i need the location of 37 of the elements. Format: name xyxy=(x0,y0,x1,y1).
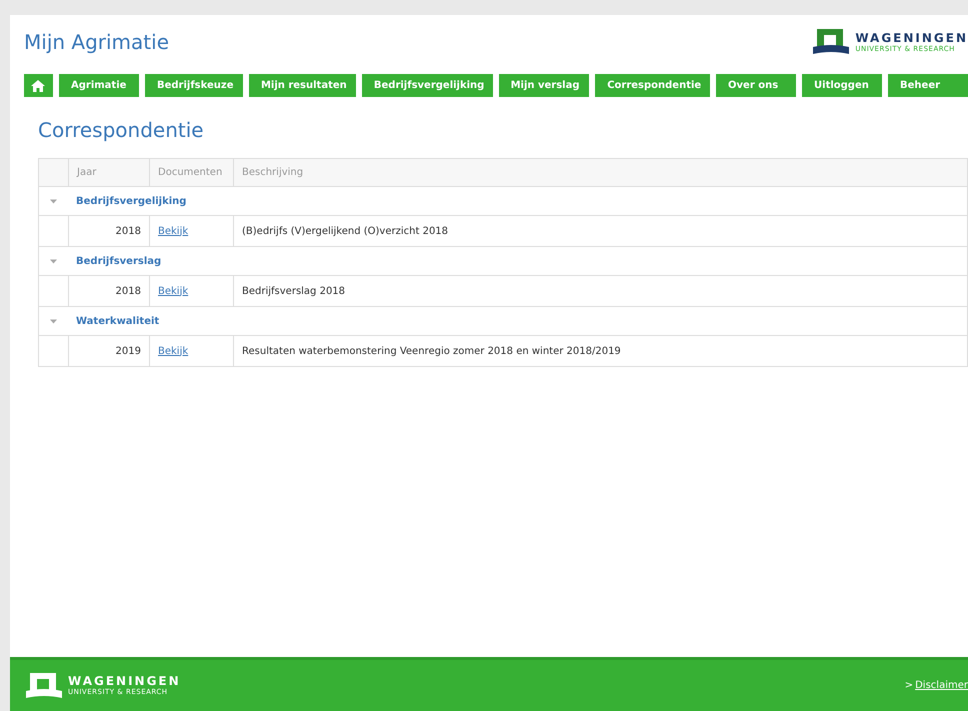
nav-tab[interactable]: Agrimatie xyxy=(58,74,139,97)
view-link[interactable]: Bekijk xyxy=(158,224,188,238)
nav-tab[interactable]: Over ons xyxy=(716,74,796,97)
year-cell: 2019 xyxy=(68,336,149,366)
nav-tab[interactable]: Correspondentie xyxy=(595,74,710,97)
caret-icon[interactable] xyxy=(50,258,57,264)
nav-tab[interactable]: Mijn verslag xyxy=(498,74,590,97)
nav-tab[interactable]: Uitloggen xyxy=(802,74,882,97)
view-link[interactable]: Bekijk xyxy=(158,284,188,298)
group-title: Bedrijfsverslag xyxy=(75,254,162,268)
nav-tab[interactable]: Beheer xyxy=(888,74,968,97)
caret-icon[interactable] xyxy=(50,318,57,324)
app-title: Mijn Agrimatie xyxy=(24,29,169,56)
year-cell: 2018 xyxy=(68,276,149,306)
nav-tab[interactable]: Mijn resultaten xyxy=(248,74,356,97)
logo-icon xyxy=(811,27,852,57)
column-header: Documenten xyxy=(149,159,233,186)
column-header: Beschrijving xyxy=(233,159,967,186)
nav-tab[interactable]: Bedrijfskeuze xyxy=(144,74,243,97)
caret-icon[interactable] xyxy=(50,198,57,204)
group-title: Waterkwaliteit xyxy=(75,314,160,328)
logo-name: WAGENINGEN xyxy=(855,32,968,44)
logo-name: WAGENINGEN xyxy=(68,675,181,687)
column-header: Jaar xyxy=(68,159,149,186)
link-prefix: > xyxy=(904,679,914,693)
view-link[interactable]: Bekijk xyxy=(158,344,188,358)
home-button[interactable] xyxy=(24,74,53,97)
group-title: Bedrijfsvergelijking xyxy=(75,194,188,208)
home-icon xyxy=(31,80,46,92)
year-cell: 2018 xyxy=(68,216,149,246)
description-cell: Bedrijfsverslag 2018 xyxy=(233,276,967,306)
logo-icon xyxy=(24,670,64,700)
disclaimer-link[interactable]: Disclaimer xyxy=(915,678,968,693)
description-cell: Resultaten waterbemonstering Veenregio zomer 2018 en winter 2018/2019 xyxy=(233,336,967,366)
page-heading: Correspondentie xyxy=(38,117,205,144)
nav-tab[interactable]: Bedrijfsvergelijking xyxy=(362,74,493,97)
description-cell: (B)edrijfs (V)ergelijkend (O)verzicht 2018 xyxy=(233,216,967,246)
